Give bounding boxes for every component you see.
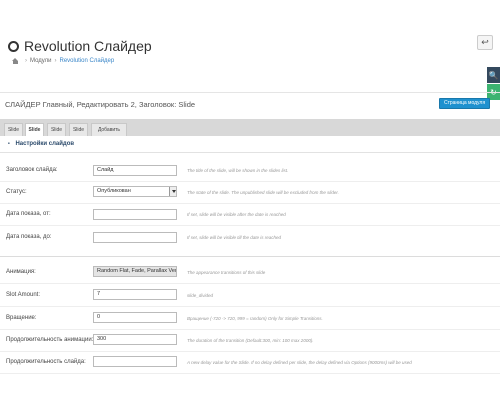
breadcrumb-separator: › — [54, 58, 57, 64]
date-from-hint: If set, slide will be visible after the … — [187, 212, 286, 217]
animation-label: Анимация: — [6, 269, 36, 275]
revolution-logo-icon — [8, 40, 19, 52]
row-divider — [0, 306, 500, 307]
help-side-tab[interactable]: 🔍 — [487, 67, 500, 83]
slide-title-hint: The title of the slide, will be shown in… — [187, 168, 289, 173]
status-label: Статус: — [6, 189, 27, 195]
tab-add-slide[interactable]: Добавить — [91, 123, 127, 136]
row-divider — [0, 181, 500, 182]
date-to-hint: If set, slide will be visible till the d… — [187, 235, 282, 240]
panel-heading: СЛАЙДЕР Главный, Редактировать 2, Заголо… — [0, 92, 500, 117]
section-title: Настройки слайдов — [15, 141, 75, 147]
anim-duration-label: Продолжительность анимации: — [6, 337, 94, 343]
group-divider — [0, 256, 500, 257]
anim-duration-input[interactable]: 300 — [93, 334, 177, 345]
reply-icon: ↩ — [481, 37, 489, 47]
row-divider — [0, 329, 500, 330]
panel-title: СЛАЙДЕР Главный, Редактировать 2, Заголо… — [5, 100, 196, 109]
rotation-label: Вращение: — [6, 315, 37, 321]
slide-duration-hint: A new delay value for the Slide. If no d… — [187, 360, 412, 365]
breadcrumb-modules[interactable]: Модули — [30, 58, 52, 64]
anim-duration-hint: The duration of the transition (Default:… — [187, 338, 314, 343]
section-bullet: • — [8, 141, 10, 147]
search-icon: 🔍 — [488, 70, 499, 80]
date-from-input[interactable] — [93, 209, 177, 220]
tab-slide-3[interactable]: Slide — [47, 123, 66, 136]
breadcrumb-separator: › — [25, 58, 27, 64]
slot-amount-input[interactable]: 7 — [93, 289, 177, 300]
row-divider — [0, 283, 500, 284]
row-divider — [0, 351, 500, 352]
back-button[interactable]: ↩ — [477, 35, 493, 50]
home-icon[interactable] — [12, 58, 19, 64]
page-header: Revolution Слайдер ↩ › Модули › Revoluti… — [0, 0, 500, 82]
module-page-button[interactable]: Страница модуля — [439, 98, 490, 109]
breadcrumb-revolution-slider[interactable]: Revolution Слайдер — [60, 58, 115, 64]
slot-amount-label: Slot Amount: — [6, 292, 41, 298]
slide-title-input[interactable]: Слайд — [93, 165, 177, 176]
tab-slide-2[interactable]: Slide — [25, 123, 44, 136]
tab-slide-1[interactable]: Slide — [4, 123, 23, 136]
row-divider — [0, 225, 500, 226]
tab-slide-4[interactable]: Slide — [69, 123, 88, 136]
title-row: Revolution Слайдер — [8, 38, 152, 54]
rotation-input[interactable]: 0 — [93, 312, 177, 323]
chevron-down-icon — [169, 187, 176, 196]
animation-select[interactable]: Random Flat, Fade, Parallax Vertical — [93, 266, 177, 277]
animation-hint: The appearance transitions of this slide — [187, 270, 266, 275]
row-divider — [0, 203, 500, 204]
section-heading[interactable]: • Настройки слайдов — [8, 141, 74, 147]
status-select-value: Опубликован — [97, 188, 131, 194]
date-to-input[interactable] — [93, 232, 177, 243]
slide-duration-input[interactable] — [93, 356, 177, 367]
status-select[interactable]: Опубликован — [93, 186, 177, 197]
slide-title-label: Заголовок слайда: — [6, 167, 58, 173]
rotation-hint: Вращение (-720 -> 720, 999 = random) Onl… — [187, 316, 323, 321]
slot-amount-hint: slide_divided — [187, 293, 214, 298]
breadcrumb: › Модули › Revolution Слайдер — [12, 58, 114, 64]
status-hint: The state of the slide. The unpublished … — [187, 190, 339, 195]
date-from-label: Дата показа, от: — [6, 211, 51, 217]
date-to-label: Дата показа, до: — [6, 234, 52, 240]
slide-tabbar: Slide Slide Slide Slide Добавить — [0, 119, 500, 136]
section-divider — [0, 152, 500, 153]
page-title: Revolution Слайдер — [24, 38, 152, 54]
slide-duration-label: Продолжительность слайда: — [6, 359, 86, 365]
row-divider — [0, 373, 500, 374]
